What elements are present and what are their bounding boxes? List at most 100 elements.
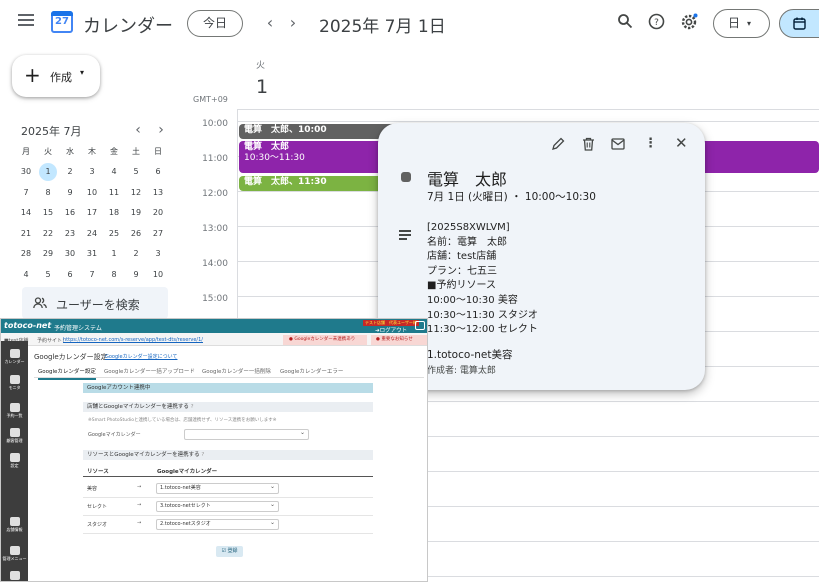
embed-site-url[interactable]: https://totoco-net.com/s-reserve/app/tes… — [63, 337, 203, 343]
embed-section2-title: リソースとGoogleマイカレンダーを連携する ? — [83, 450, 373, 460]
mini-calendar-day[interactable]: 5 — [125, 162, 147, 182]
embed-tab[interactable]: Googleカレンダー設定 — [38, 367, 96, 380]
search-icon[interactable] — [615, 13, 635, 34]
edit-icon[interactable] — [551, 137, 565, 151]
mini-calendar-day[interactable]: 7 — [81, 265, 103, 285]
view-selector[interactable]: 日 ▾ — [713, 9, 770, 38]
embed-alert-notice[interactable]: ● 重要なお知らせ — [371, 335, 427, 345]
embed-tab[interactable]: Googleカレンダー一括アップロード — [104, 367, 195, 375]
mini-calendar-day[interactable]: 16 — [59, 203, 81, 223]
embed-tabs: Googleカレンダー設定 Googleカレンダー一括アップロード Googleカレ… — [34, 366, 424, 380]
close-icon[interactable]: ✕ — [675, 134, 688, 152]
mini-next-month-icon[interactable]: › — [154, 120, 168, 140]
mini-calendar-day[interactable]: 8 — [37, 183, 59, 203]
calendar-view-toggle[interactable] — [779, 9, 819, 38]
embed-side-item[interactable]: 設定 — [1, 453, 28, 469]
delete-icon[interactable] — [582, 137, 595, 151]
mini-calendar-day[interactable]: 30 — [59, 244, 81, 264]
mini-calendar-day[interactable]: 27 — [147, 224, 169, 244]
embed-side-item[interactable]: 店舗情報 — [1, 517, 28, 533]
mini-calendar-day[interactable]: 31 — [81, 244, 103, 264]
embed-side-item[interactable]: ヘルプ — [1, 571, 28, 581]
embed-chat-icon[interactable] — [415, 321, 425, 330]
embed-side-item[interactable]: 管理メニュー — [1, 546, 28, 562]
mini-calendar-day[interactable]: 4 — [103, 162, 125, 182]
mini-calendar-day[interactable]: 10 — [147, 265, 169, 285]
mini-calendar-day[interactable]: 17 — [81, 203, 103, 223]
mini-calendar-day[interactable]: 11 — [103, 183, 125, 203]
mini-calendar-day[interactable]: 3 — [147, 244, 169, 264]
mini-calendar-title: 2025年 7月 — [21, 125, 82, 138]
embed-resource-calendar-select[interactable]: 3.totoco-netセレクト — [156, 500, 279, 512]
embed-section1-title: 店舗とGoogleマイカレンダーを連携する ? — [83, 402, 373, 412]
embed-resource-calendar-select[interactable]: 2.totoco-netスタジオ — [156, 518, 279, 530]
mini-calendar-day[interactable]: 14 — [15, 203, 37, 223]
embed-tab[interactable]: Googleカレンダーエラー — [280, 367, 343, 375]
settings-gear-icon[interactable] — [679, 13, 699, 36]
mini-calendar-day[interactable]: 15 — [37, 203, 59, 223]
embed-system-name: 予約管理システム — [54, 325, 102, 332]
mini-calendar-day[interactable]: 20 — [147, 203, 169, 223]
mini-calendar-day[interactable]: 28 — [15, 244, 37, 264]
mini-calendar-day[interactable]: 23 — [59, 224, 81, 244]
email-icon[interactable] — [611, 138, 625, 150]
mini-calendar-day[interactable]: 5 — [37, 265, 59, 285]
mini-calendar-day[interactable]: 4 — [15, 265, 37, 285]
mini-calendar-day[interactable]: 12 — [125, 183, 147, 203]
mini-calendar-day[interactable]: 13 — [147, 183, 169, 203]
mini-calendar-day[interactable]: 24 — [81, 224, 103, 244]
mini-calendar-day[interactable]: 26 — [125, 224, 147, 244]
mini-calendar-day[interactable]: 22 — [37, 224, 59, 244]
mini-calendar-day[interactable]: 2 — [59, 162, 81, 182]
embed-resource-calendar-select[interactable]: 1.totoco-net美容 — [156, 482, 279, 494]
mini-calendar-day[interactable]: 1 — [103, 244, 125, 264]
mini-calendar-day[interactable]: 21 — [15, 224, 37, 244]
chevron-left-icon[interactable]: ‹ — [262, 13, 278, 33]
main-menu-icon[interactable] — [18, 14, 34, 26]
mini-calendar-day[interactable]: 6 — [147, 162, 169, 182]
mini-calendar-day[interactable]: 10 — [81, 183, 103, 203]
mini-calendar-day[interactable]: 8 — [103, 265, 125, 285]
mini-calendar-day[interactable]: 18 — [103, 203, 125, 223]
event-block[interactable]: 電算 太郎、11:30 — [239, 176, 399, 191]
embed-page-link[interactable]: Googleカレンダー設定について — [105, 353, 177, 360]
mini-calendar-day[interactable]: 25 — [103, 224, 125, 244]
arrow-right-icon: → — [137, 502, 142, 508]
mini-calendar-day[interactable]: 1 — [39, 163, 57, 181]
user-search[interactable]: ユーザーを検索 — [22, 287, 168, 319]
create-button[interactable]: + 作成 ▾ — [12, 55, 100, 97]
embed-side-item[interactable]: 予約一覧 — [1, 403, 28, 419]
embed-side-item[interactable]: カレンダー — [1, 349, 28, 365]
embed-brand: totoco-net — [4, 321, 52, 330]
more-options-icon[interactable]: ⋮ — [644, 135, 657, 153]
mini-calendar-day[interactable]: 7 — [15, 183, 37, 203]
embed-side-item[interactable]: 顧客管理 — [1, 428, 28, 444]
embedded-admin-screenshot: totoco-net 予約管理システム テスト店舗 代表ユーザー様 ➜ログアウト… — [0, 318, 428, 582]
chevron-right-icon[interactable]: › — [285, 13, 301, 33]
mini-calendar-day[interactable]: 2 — [125, 244, 147, 264]
embed-alert-unlinked[interactable]: ● Googleカレンダー未連携あり — [283, 335, 367, 345]
day-number[interactable]: 1 — [256, 76, 268, 98]
mini-calendar-day[interactable]: 6 — [59, 265, 81, 285]
embed-save-button[interactable]: ☑ 登録 — [216, 546, 243, 557]
mini-calendar-day[interactable]: 3 — [81, 162, 103, 182]
calendar-icon — [793, 17, 806, 30]
embed-tab[interactable]: Googleカレンダー一括削除 — [202, 367, 271, 375]
mini-calendar-day[interactable]: 9 — [125, 265, 147, 285]
help-icon[interactable]: ? — [646, 13, 666, 35]
mini-calendar-day[interactable]: 19 — [125, 203, 147, 223]
embed-side-icon — [9, 453, 20, 462]
today-button[interactable]: 今日 — [187, 10, 243, 37]
event-block[interactable]: 電算 太郎、10:00 — [239, 124, 399, 139]
mini-calendar-day[interactable]: 30 — [15, 162, 37, 182]
mini-calendar-day[interactable]: 29 — [37, 244, 59, 264]
mini-prev-month-icon[interactable]: ‹ — [131, 120, 145, 140]
dropdown-arrow-icon: ▾ — [747, 19, 752, 28]
arrow-right-icon: → — [137, 520, 142, 526]
hour-label: 14:00 — [202, 259, 228, 269]
embed-side-label: 設定 — [10, 463, 19, 468]
mini-calendar-day[interactable]: 9 — [59, 183, 81, 203]
mini-weekday-header: 金 — [110, 147, 118, 156]
embed-side-item[interactable]: モニタ — [1, 375, 28, 391]
embed-mycalendar-select[interactable] — [184, 428, 309, 440]
